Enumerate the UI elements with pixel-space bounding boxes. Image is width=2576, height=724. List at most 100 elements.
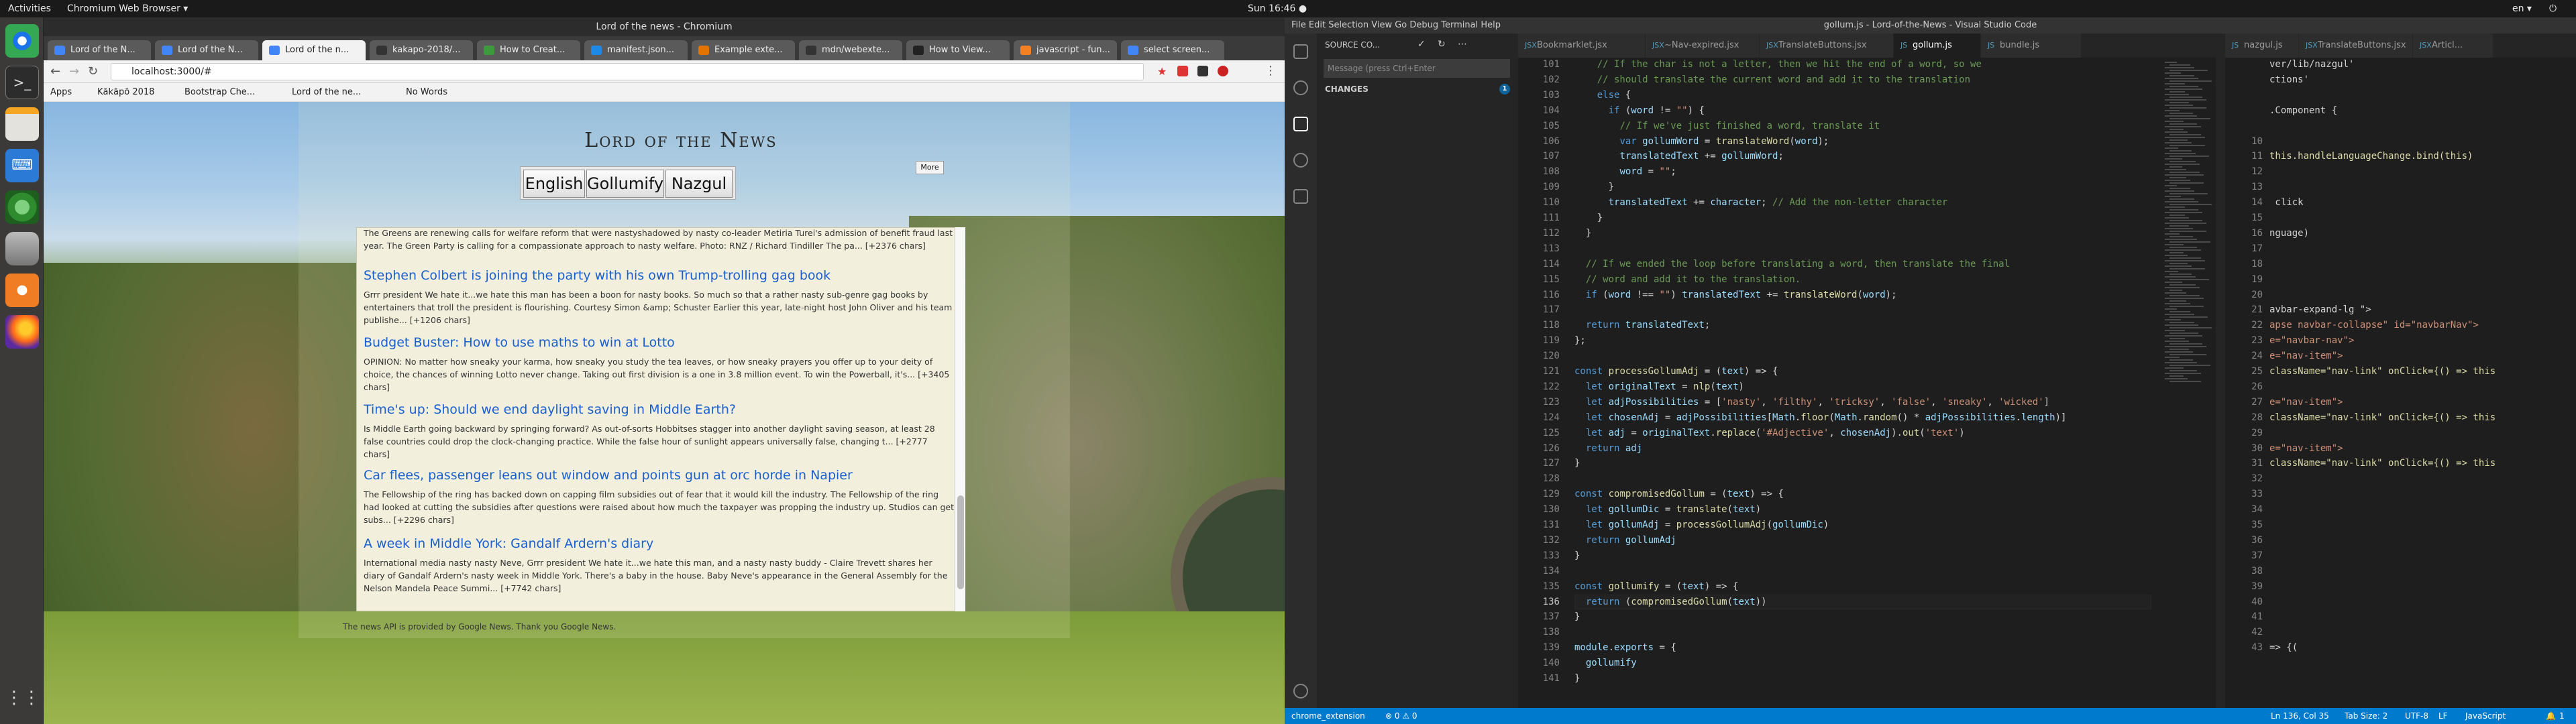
browser-tab[interactable]: javascript - fun... <box>1014 40 1117 60</box>
editor-tab[interactable]: JSX Bookmarklet.jsx <box>1518 34 1646 58</box>
editor-tab[interactable]: JSX TranslateButtons.jsx <box>1760 34 1894 58</box>
cursor-position[interactable]: Ln 136, Col 35 <box>2271 708 2329 724</box>
problems-indicator[interactable]: ⊗ 0 ⚠ 0 <box>1385 708 1417 724</box>
split-editor[interactable]: ver/lib/nazgul' ctions' .Component {10 11 th… <box>2225 58 2576 708</box>
browser-tab[interactable]: Example exte... <box>692 40 795 60</box>
browser-tab[interactable]: Lord of the N... <box>155 40 258 60</box>
minimap-line <box>2169 231 2206 232</box>
editor-tab[interactable]: JSX ~Nav-expired.jsx <box>1646 34 1760 58</box>
editor-tab[interactable]: JS nazgul.js <box>2225 34 2299 58</box>
minimap-line <box>2169 166 2182 168</box>
browser-tab[interactable]: select screen... <box>1121 40 1224 60</box>
code-line: e="nav-item"> <box>2269 351 2343 361</box>
database-icon[interactable] <box>5 232 39 265</box>
article-title-link[interactable]: Budget Buster: How to use maths to win a… <box>364 335 954 350</box>
minimap-line <box>2165 121 2184 122</box>
settings-gear-icon[interactable] <box>1293 684 1308 699</box>
apps-bookmark[interactable]: Apps <box>50 87 72 97</box>
browser-tab[interactable]: mdn/webexte... <box>799 40 902 60</box>
explorer-icon[interactable] <box>1293 44 1308 59</box>
menu-kebab-icon[interactable]: ⋮ <box>1265 64 1277 78</box>
more-button[interactable]: More <box>916 161 944 174</box>
article-title-link[interactable]: Car flees, passenger leans out window an… <box>364 468 954 483</box>
search-icon[interactable] <box>1293 80 1308 95</box>
forward-icon[interactable]: → <box>69 64 79 78</box>
article-title-link[interactable]: A week in Middle York: Gandalf Ardern's … <box>364 536 954 551</box>
minimap-line <box>2169 182 2204 184</box>
browser-tab[interactable]: How to View... <box>906 40 1010 60</box>
encoding[interactable]: UTF-8 <box>2405 708 2428 724</box>
editor-scrollbar[interactable] <box>2216 58 2225 708</box>
minimap-line <box>2169 193 2208 194</box>
extensions-icon[interactable] <box>1293 189 1308 204</box>
line-number: 15 <box>2251 213 2263 223</box>
browser-tab[interactable]: kakapo-2018/... <box>370 40 473 60</box>
news-scrollbar[interactable] <box>955 227 965 611</box>
minimap-line <box>2169 263 2188 264</box>
postman-icon[interactable] <box>5 274 39 307</box>
app-menu[interactable]: Chromium Web Browser ▾ <box>67 3 188 14</box>
activities-button[interactable]: Activities <box>8 3 51 14</box>
commit-message-input[interactable]: Message (press Ctrl+Enter <box>1324 59 1510 78</box>
notification-bell-icon[interactable]: 🔔 <box>2546 708 2556 724</box>
editor-tab[interactable]: JSX TranslateButtons.jsx <box>2299 34 2413 58</box>
tab-size[interactable]: Tab Size: 2 <box>2345 708 2387 724</box>
editor-tab[interactable]: JS gollum.js <box>1894 34 1981 58</box>
line-number: 117 <box>1542 304 1560 315</box>
news-scrollbar-thumb[interactable] <box>957 495 964 589</box>
address-bar[interactable]: localhost:3000/# <box>111 63 1144 80</box>
extension-icon[interactable] <box>1177 66 1188 76</box>
files-icon[interactable] <box>5 107 39 141</box>
browser-tab[interactable]: manifest.json... <box>584 40 688 60</box>
browser-tab[interactable]: How to Creat... <box>477 40 580 60</box>
code-line: .Component { <box>2269 105 2338 116</box>
vscode-icon[interactable]: ⌨ <box>5 149 39 182</box>
bookmark-item[interactable]: Lord of the ne... <box>292 87 361 97</box>
extension-icon[interactable] <box>1218 66 1228 76</box>
commit-check-icon[interactable]: ✓ <box>1417 39 1426 50</box>
editor-tab[interactable]: JS bundle.js <box>1981 34 2082 58</box>
article-title-link[interactable]: Stephen Colbert is joining the party wit… <box>364 268 954 283</box>
minimap[interactable] <box>2162 58 2216 708</box>
bookmark-star-icon[interactable]: ★ <box>1157 65 1167 78</box>
minimap-line <box>2165 233 2180 235</box>
code-line: e="nav-item"> <box>2269 397 2343 408</box>
debug-icon[interactable] <box>1293 153 1308 168</box>
more-actions-icon[interactable]: ⋯ <box>1458 39 1467 50</box>
nazgul-button[interactable]: Nazgul <box>665 170 733 198</box>
line-number: 25 <box>2251 366 2263 377</box>
tab-label: How to Creat... <box>500 45 566 55</box>
chromium-icon[interactable] <box>5 24 39 58</box>
show-apps-icon[interactable]: ⋮⋮⋮ <box>5 681 58 715</box>
terminal-icon[interactable]: >_ <box>5 66 39 99</box>
editor-tab[interactable]: JSX Articl... <box>2413 34 2493 58</box>
minimap-line <box>2165 115 2197 117</box>
browser-tab[interactable]: Lord of the n... <box>262 40 366 60</box>
git-branch[interactable]: chrome_extension <box>1291 708 1365 724</box>
extension-icon[interactable] <box>1197 66 1208 76</box>
browser-tab[interactable]: Lord of the N... <box>48 40 151 60</box>
language-indicator[interactable]: en ▾ <box>2512 3 2532 14</box>
language-mode[interactable]: JavaScript <box>2465 708 2506 724</box>
source-control-icon[interactable] <box>1293 117 1308 131</box>
minimap-line <box>2165 88 2202 90</box>
gollumify-button[interactable]: Gollumify <box>586 170 664 198</box>
mongodb-compass-icon[interactable] <box>5 190 39 224</box>
line-ending[interactable]: LF <box>2438 708 2448 724</box>
firefox-icon[interactable] <box>5 315 39 349</box>
article-title-link[interactable]: Time's up: Should we end daylight saving… <box>364 402 954 417</box>
refresh-icon[interactable]: ↻ <box>1438 39 1446 50</box>
reload-icon[interactable]: ↻ <box>88 64 98 78</box>
bookmark-item[interactable]: No Words <box>406 87 447 97</box>
changes-section[interactable]: CHANGES 1 <box>1317 82 1518 97</box>
minimap-line <box>2165 78 2198 79</box>
bookmark-item[interactable]: Kākāpō 2018 <box>97 87 154 97</box>
news-article: Car flees, passenger leans out window an… <box>357 468 954 535</box>
bookmark-item[interactable]: Bootstrap Che... <box>184 87 255 97</box>
power-menu-icon[interactable]: ⏻ <box>2549 3 2557 14</box>
back-icon[interactable]: ← <box>50 64 60 78</box>
clock[interactable]: Sun 16:46 ● <box>1248 3 1307 14</box>
code-line: word = ""; <box>1619 166 1676 177</box>
english-button[interactable]: English <box>523 170 585 198</box>
code-editor[interactable]: 101 // If the char is not a letter, then… <box>1518 58 2162 708</box>
